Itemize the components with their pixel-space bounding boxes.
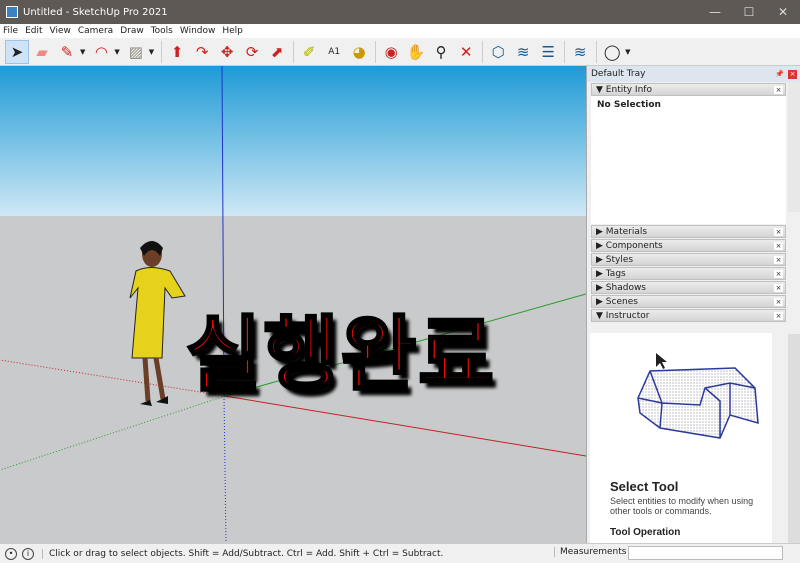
close-icon[interactable]: × [774, 255, 783, 264]
3d-warehouse-icon[interactable]: ⬡ [486, 40, 510, 64]
extension-manager-icon[interactable]: ≋ [568, 40, 592, 64]
pencil-icon[interactable]: ✎ [55, 40, 79, 64]
close-icon[interactable]: × [774, 283, 783, 292]
panel-components[interactable]: ▶ Components × [591, 239, 786, 252]
zoom-extents-icon[interactable]: ✕ [454, 40, 478, 64]
no-selection-label: No Selection [597, 100, 661, 110]
arc-icon[interactable]: ◠ [89, 40, 113, 64]
pin-icon[interactable]: 📌 [775, 70, 784, 78]
status-message: Click or drag to select objects. Shift =… [42, 548, 443, 559]
completion-overlay-text: 실행완료 [185, 307, 496, 405]
tape-measure-icon[interactable]: ✐ [297, 40, 321, 64]
close-icon[interactable]: × [774, 311, 783, 320]
panel-entity-info[interactable]: ▼ Entity Info × [591, 83, 786, 96]
entity-info-body: No Selection [591, 96, 786, 224]
rotate-icon[interactable]: ⟳ [240, 40, 264, 64]
menu-draw[interactable]: Draw [120, 26, 144, 36]
push-pull-icon[interactable]: ⬆ [165, 40, 189, 64]
menu-window[interactable]: Window [180, 26, 216, 36]
measurements-input[interactable] [628, 546, 783, 560]
maximize-button[interactable]: ☐ [732, 0, 766, 24]
close-icon[interactable]: × [774, 227, 783, 236]
measurements-label: Measurements [554, 547, 626, 557]
menu-help[interactable]: Help [222, 26, 243, 36]
tray-header: Default Tray 📌 × [587, 66, 800, 82]
person-figure [129, 241, 186, 406]
entity-scrollbar[interactable] [788, 82, 800, 212]
panel-shadows[interactable]: ▶ Shadows × [591, 281, 786, 294]
panel-tags[interactable]: ▶ Tags × [591, 267, 786, 280]
paint-bucket-icon[interactable]: ◕ [347, 40, 371, 64]
select-tool-icon[interactable]: ➤ [5, 39, 29, 64]
chevron-down-icon[interactable]: ▼ [149, 48, 154, 56]
tray-title: Default Tray [591, 69, 646, 79]
text-icon[interactable]: A1 [322, 40, 346, 64]
close-icon[interactable]: × [774, 269, 783, 278]
move-icon[interactable]: ✥ [215, 40, 239, 64]
menu-file[interactable]: File [3, 26, 18, 36]
chevron-down-icon[interactable]: ▼ [114, 48, 119, 56]
close-icon[interactable]: × [774, 241, 783, 250]
instructor-scrollbar[interactable] [788, 334, 800, 543]
panel-styles[interactable]: ▶ Styles × [591, 253, 786, 266]
instructor-section-heading: Tool Operation [610, 527, 681, 538]
follow-me-icon[interactable]: ↷ [190, 40, 214, 64]
sketchup-logo-icon [6, 6, 18, 18]
panel-instructor[interactable]: ▼ Instructor × [591, 309, 786, 322]
info-icon[interactable]: i [22, 547, 34, 560]
account-icon[interactable]: ◯ [600, 40, 624, 64]
instructor-title: Select Tool [610, 479, 679, 494]
scale-icon[interactable]: ⬈ [265, 40, 289, 64]
instructor-description: Select entities to modify when using oth… [610, 496, 754, 516]
eraser-icon[interactable]: ▰ [30, 40, 54, 64]
select-tool-illustration [637, 353, 759, 439]
menu-view[interactable]: View [50, 26, 71, 36]
menu-bar: File Edit View Camera Draw Tools Window … [0, 24, 800, 38]
menu-tools[interactable]: Tools [151, 26, 173, 36]
chevron-down-icon[interactable]: ▼ [80, 48, 85, 56]
minimize-button[interactable]: — [698, 0, 732, 24]
geo-location-icon[interactable]: • [5, 547, 17, 560]
panel-scenes[interactable]: ▶ Scenes × [591, 295, 786, 308]
close-icon[interactable]: × [774, 297, 783, 306]
close-icon[interactable]: × [774, 85, 783, 94]
panel-materials[interactable]: ▶ Materials × [591, 225, 786, 238]
zoom-icon[interactable]: ⚲ [429, 40, 453, 64]
rectangle-icon[interactable]: ▨ [124, 40, 148, 64]
chevron-down-icon[interactable]: ▼ [625, 48, 630, 56]
close-button[interactable]: ✕ [766, 0, 800, 24]
pan-icon[interactable]: ✋ [404, 40, 428, 64]
menu-camera[interactable]: Camera [78, 26, 113, 36]
layout-send-icon[interactable]: ☰ [536, 40, 560, 64]
title-bar: Untitled - SketchUp Pro 2021 — ☐ ✕ [0, 0, 800, 24]
tray-close-icon[interactable]: × [788, 69, 797, 79]
orbit-icon[interactable]: ◉ [379, 40, 403, 64]
toolbar: ➤ ▰ ✎ ▼ ◠ ▼ ▨ ▼ ⬆ ↷ ✥ ⟳ ⬈ ✐ A1 ◕ ◉ ✋ ⚲ ✕ ⬡ … [0, 38, 800, 66]
instructor-panel: Select Tool Select entities to modify wh… [590, 333, 772, 543]
model-viewport[interactable]: 실행완료 [0, 66, 586, 543]
menu-edit[interactable]: Edit [25, 26, 42, 36]
window-title: Untitled - SketchUp Pro 2021 [23, 6, 168, 18]
status-bar: • i Click or drag to select objects. Shi… [0, 543, 800, 563]
extension-warehouse-icon[interactable]: ≋ [511, 40, 535, 64]
